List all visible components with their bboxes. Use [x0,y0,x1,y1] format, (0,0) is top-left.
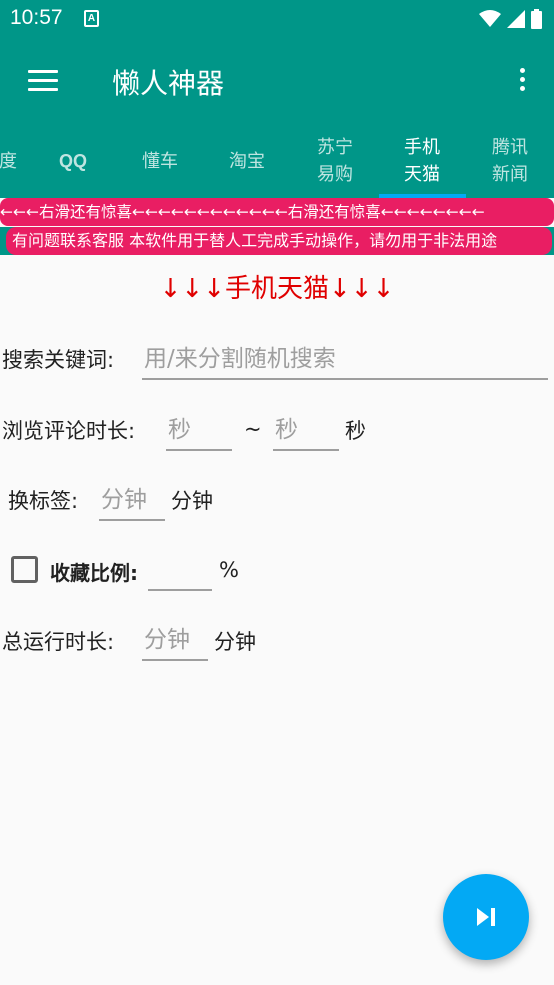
skip-next-icon [477,908,495,926]
favorite-ratio-label: 收藏比例: [50,561,138,585]
tab-suning[interactable]: 苏宁 易购 [298,124,372,198]
browse-unit-label: 秒 [345,419,366,443]
total-duration-label: 总运行时长: [2,630,115,654]
section-title: ↓↓↓手机天猫↓↓↓ [159,274,395,304]
range-separator: ~ [244,417,262,441]
favorite-unit-label: % [219,558,239,582]
android-a-icon: A [84,10,99,27]
tab-taobao[interactable]: 淘宝 [210,124,284,198]
browse-min-input[interactable]: 秒 [166,411,232,451]
more-vert-icon[interactable] [518,68,526,94]
tab-tencent-news[interactable]: 腾讯 新闻 [472,124,548,198]
wifi-icon [479,10,501,27]
start-fab-button[interactable] [443,874,529,960]
status-icons [479,7,542,31]
switch-tab-unit-label: 分钟 [171,489,213,513]
marquee-banner: ←←←右滑还有惊喜←←←←←←←←←←←←右滑还有惊喜←←←←←←←← [0,198,554,226]
hamburger-menu-icon[interactable] [28,70,58,92]
browse-max-input[interactable]: 秒 [273,411,339,451]
favorite-checkbox[interactable] [11,556,38,583]
app-title: 懒人神器 [112,67,225,100]
total-duration-input[interactable]: 分钟 [142,621,208,661]
tab-baidu[interactable]: 度 [0,124,38,198]
tab-qq[interactable]: QQ [40,124,106,198]
browse-duration-label: 浏览评论时长: [2,419,136,443]
favorite-ratio-input[interactable] [148,551,212,591]
search-keyword-label: 搜索关键词: [2,348,115,372]
app-bar: 懒人神器 [0,38,554,124]
battery-icon [531,9,542,29]
total-duration-unit-label: 分钟 [214,630,256,654]
tab-tmall[interactable]: 手机 天猫 [384,124,460,198]
notice-wrap: 有问题联系客服 本软件用于替人工完成手动操作，请勿用于非法用途 [0,227,554,255]
signal-icon [507,10,525,28]
tab-bar: 度 QQ 懂车 淘宝 苏宁 易购 手机 天猫 腾讯 新闻 [0,124,554,198]
switch-tab-input[interactable]: 分钟 [99,481,165,521]
switch-tab-label: 换标签: [8,489,79,513]
status-time: 10:57 [10,6,63,29]
search-keyword-input[interactable]: 用/来分割随机搜索 [142,340,548,380]
tab-dongche[interactable]: 懂车 [124,124,196,198]
notice-banner: 有问题联系客服 本软件用于替人工完成手动操作，请勿用于非法用途 [6,227,552,255]
status-bar: 10:57 A [0,0,554,38]
